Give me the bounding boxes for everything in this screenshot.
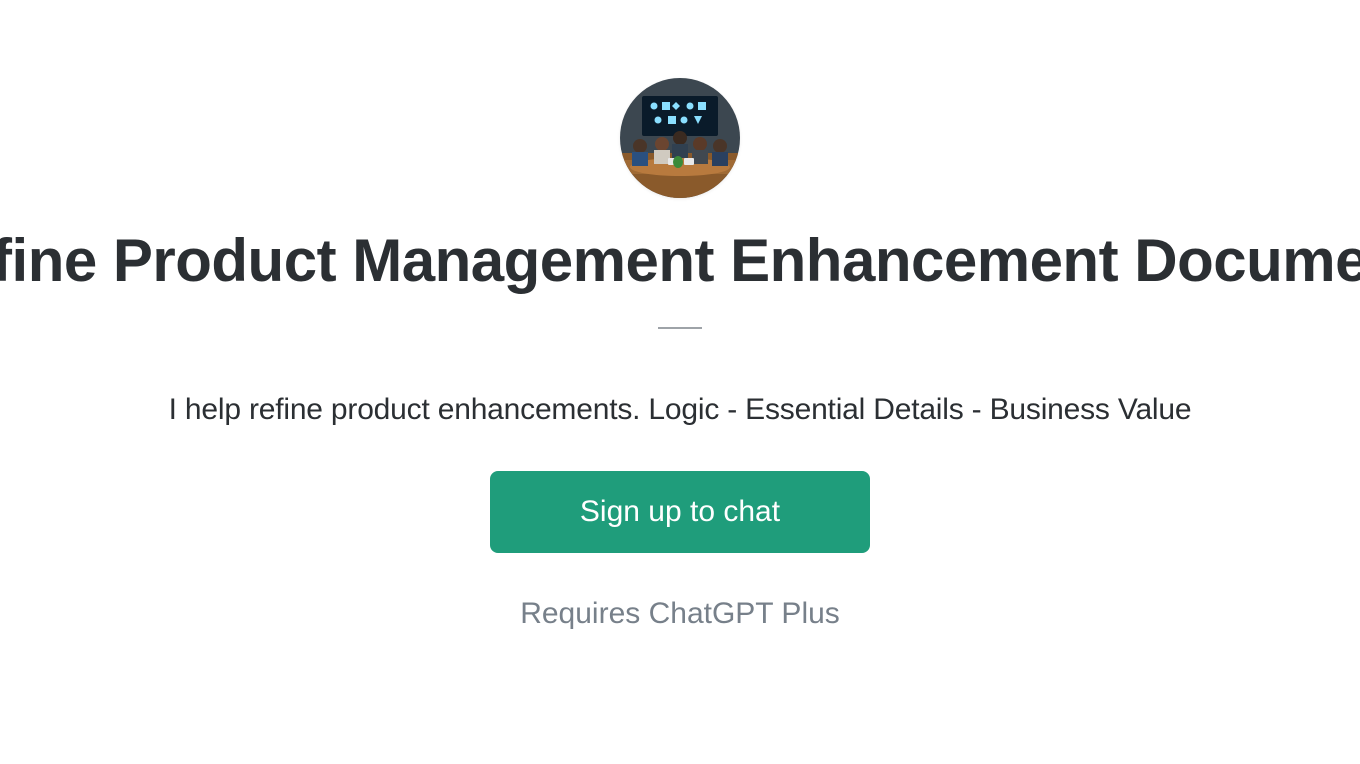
meeting-room-icon	[620, 78, 740, 198]
divider	[658, 327, 702, 329]
page-subtitle: I help refine product enhancements. Logi…	[169, 393, 1192, 427]
requires-text: Requires ChatGPT Plus	[520, 597, 840, 631]
signup-button[interactable]: Sign up to chat	[490, 471, 870, 553]
page-title: fine Product Management Enhancement Docu…	[0, 226, 1360, 295]
gpt-avatar	[620, 78, 740, 198]
